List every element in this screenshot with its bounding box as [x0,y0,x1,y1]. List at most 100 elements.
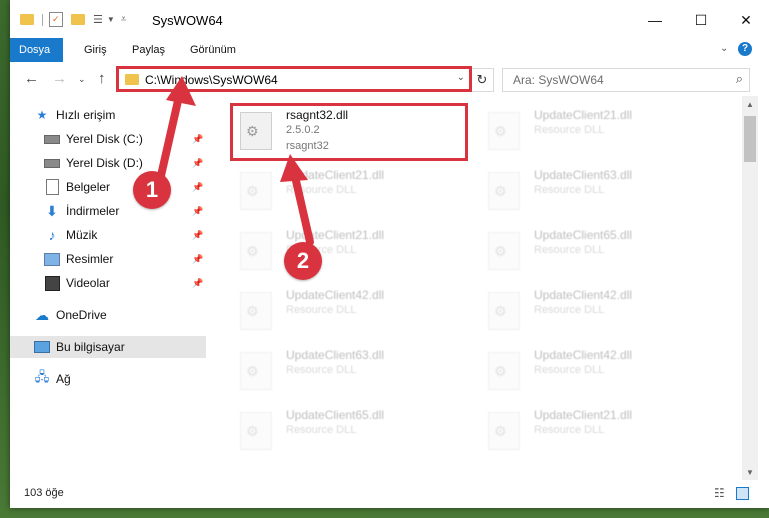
step-2-badge: 2 [284,242,322,280]
file-tile[interactable]: ⚙ UpdateClient65.dll Resource DLL [234,404,464,460]
sidebar-item-label: Bu bilgisayar [56,340,125,354]
cloud-icon: ☁ [35,306,49,323]
scroll-up-icon[interactable]: ▲ [746,100,754,109]
file-description: Resource DLL [534,124,605,136]
file-description: Resource DLL [534,304,605,316]
file-tile[interactable]: ⚙ UpdateClient65.dll Resource DLL [482,224,712,280]
refresh-icon: ↻ [476,72,488,87]
sidebar-item-label: Yerel Disk (D:) [66,156,143,170]
file-description: Resource DLL [534,364,605,376]
sidebar-item-this-pc[interactable]: Bu bilgisayar [10,336,206,358]
recent-locations-icon[interactable]: ⌄ [78,74,86,85]
dll-file-icon: ⚙ [240,172,272,210]
file-tile[interactable]: ⚙ UpdateClient21.dll Resource DLL [234,164,464,220]
ribbon-tabs: Dosya Giriş Paylaş Görünüm ⌄ ? [10,38,769,63]
file-tile[interactable]: ⚙ UpdateClient42.dll Resource DLL [482,284,712,340]
dll-file-icon: ⚙ [488,352,520,390]
tab-home[interactable]: Giriş [72,38,119,62]
sidebar-item-onedrive[interactable]: ☁ OneDrive [10,304,206,326]
sidebar-item-label: Yerel Disk (C:) [66,132,143,146]
file-tile[interactable]: ⚙ UpdateClient21.dll Resource DLL [482,104,712,160]
status-bar: 103 öğe ☷ [10,480,769,508]
explorer-window: ✓ ☰ ▼ ⩡ SysWOW64 — ☐ ✕ Dosya Giriş Payla… [10,0,769,508]
chevron-down-icon[interactable]: ▼ [107,15,115,24]
file-name: UpdateClient21.dll [534,408,633,422]
vertical-scrollbar[interactable]: ▲ ▼ [742,96,758,480]
pin-icon[interactable]: 📌 [192,278,203,289]
new-folder-icon[interactable] [71,14,85,25]
file-tile[interactable]: ⚙ UpdateClient42.dll Resource DLL [482,344,712,400]
file-name: UpdateClient63.dll [286,348,385,362]
file-description: Resource DLL [286,304,357,316]
search-icon[interactable]: ⌕ [736,71,743,87]
sidebar-item-downloads[interactable]: ⬇ İndirmeler 📌 [10,200,206,222]
file-name: UpdateClient21.dll [534,108,633,122]
pictures-icon [44,251,60,267]
close-button[interactable]: ✕ [723,0,769,40]
sidebar-item-label: Hızlı erişim [56,108,116,122]
pin-icon[interactable]: 📌 [192,230,203,241]
drive-icon [44,131,60,147]
documents-icon [44,179,60,195]
expand-ribbon-icon[interactable]: ⌄ [720,43,728,54]
customize-icon[interactable]: ⩡ [121,14,127,25]
tab-share[interactable]: Paylaş [120,38,177,62]
file-tile[interactable]: ⚙ UpdateClient63.dll Resource DLL [482,164,712,220]
back-arrow-icon[interactable]: ← [24,70,39,87]
computer-icon [34,339,50,355]
file-tile[interactable]: ⚙ UpdateClient63.dll Resource DLL [234,344,464,400]
pin-icon[interactable]: 📌 [192,254,203,265]
search-input[interactable]: Ara: SysWOW64 ⌕ [502,68,750,92]
network-icon: 🖧 [34,369,50,384]
help-icon[interactable]: ? [738,42,752,56]
view-options-icon[interactable]: ☰ [93,13,103,26]
file-tile[interactable]: ⚙ UpdateClient21.dll Resource DLL [234,224,464,280]
up-arrow-icon[interactable]: ↑ [98,70,106,87]
details-view-icon[interactable]: ☷ [714,486,725,500]
title-bar: ✓ ☰ ▼ ⩡ SysWOW64 — ☐ ✕ [10,0,769,40]
maximize-button[interactable]: ☐ [678,0,724,40]
sidebar-item-label: Ağ [56,372,71,386]
refresh-button[interactable]: ↻ [470,68,494,92]
tab-view[interactable]: Görünüm [178,38,248,62]
download-icon: ⬇ [46,202,58,219]
item-count: 103 öğe [24,487,64,499]
quick-access-toolbar: ✓ ☰ ▼ ⩡ [20,12,126,27]
dll-file-icon: ⚙ [240,412,272,450]
scrollbar-thumb[interactable] [744,116,756,162]
sidebar-item-label: Resimler [66,252,114,266]
file-name: UpdateClient63.dll [534,168,633,182]
sidebar-item-label: İndirmeler [66,204,120,218]
properties-icon[interactable]: ✓ [49,12,63,27]
sidebar-item-label: OneDrive [56,308,107,322]
step-1-badge: 1 [133,171,171,209]
sidebar-item-pictures[interactable]: Resimler 📌 [10,248,206,270]
scroll-down-icon[interactable]: ▼ [746,468,754,477]
file-name: UpdateClient42.dll [286,288,385,302]
tiles-view-icon[interactable] [736,487,749,500]
sidebar-item-network[interactable]: 🖧 Ağ [10,368,206,390]
dll-file-icon: ⚙ [488,172,520,210]
sidebar-item-music[interactable]: ♪ Müzik 📌 [10,224,206,246]
dll-file-icon: ⚙ [488,412,520,450]
folder-icon[interactable] [20,14,34,25]
video-icon [44,275,60,291]
pin-icon[interactable]: 📌 [192,206,203,217]
file-name: UpdateClient65.dll [534,228,633,242]
dll-file-icon: ⚙ [240,232,272,270]
file-tile[interactable]: ⚙ UpdateClient42.dll Resource DLL [234,284,464,340]
music-icon: ♪ [48,227,56,243]
window-title: SysWOW64 [152,13,223,28]
file-name: UpdateClient65.dll [286,408,385,422]
file-tile[interactable]: ⚙ UpdateClient21.dll Resource DLL [482,404,712,460]
tab-file[interactable]: Dosya [10,38,63,62]
file-name: UpdateClient42.dll [534,288,633,302]
file-name: UpdateClient42.dll [534,348,633,362]
sidebar-item-videos[interactable]: Videolar 📌 [10,272,206,294]
file-highlight [230,103,468,161]
dll-file-icon: ⚙ [488,292,520,330]
minimize-button[interactable]: — [632,0,678,40]
sidebar-item-label: Videolar [66,276,110,290]
forward-arrow-icon[interactable]: → [52,70,67,87]
star-icon: ★ [36,108,48,122]
